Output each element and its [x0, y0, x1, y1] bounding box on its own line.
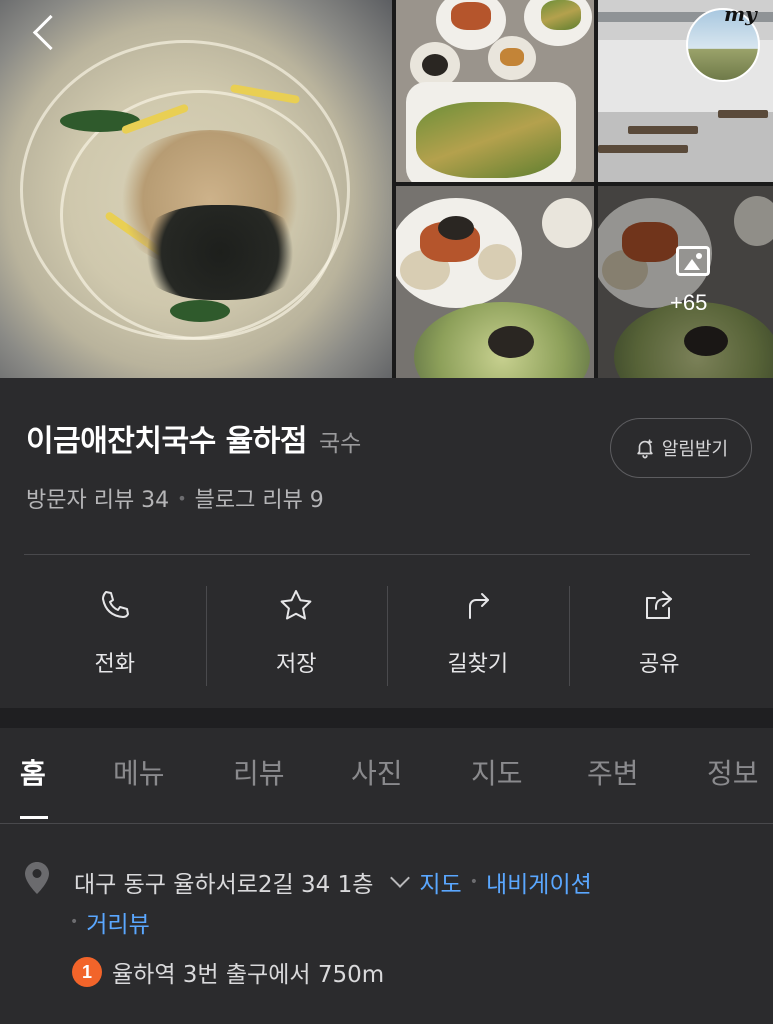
- seaweed-topping: [438, 216, 474, 240]
- location-pin-icon: [25, 862, 49, 894]
- section-divider: [0, 708, 773, 728]
- directions-icon: [468, 593, 489, 619]
- tab-menu[interactable]: 메뉴: [113, 752, 165, 792]
- share-icon: [646, 591, 673, 619]
- map-link[interactable]: 지도: [419, 865, 461, 899]
- side-dish-food: [541, 0, 581, 30]
- bell-plus-icon: [637, 439, 653, 459]
- visitor-reviews-link[interactable]: 방문자 리뷰 34: [26, 482, 169, 514]
- navigation-link[interactable]: 내비게이션: [486, 865, 592, 899]
- directions-button[interactable]: 길찾기: [387, 584, 569, 688]
- share-button[interactable]: 공유: [568, 584, 751, 688]
- back-button[interactable]: [24, 10, 68, 54]
- sauce: [500, 48, 524, 66]
- alarm-button-label: 알림받기: [661, 439, 729, 460]
- streetview-link[interactable]: 거리뷰: [86, 905, 149, 939]
- tab-photos[interactable]: 사진: [351, 752, 403, 792]
- place-info: 이금애잔치국수 율하점 국수 알림받기 방문자 리뷰 34 • 블로그 리뷰 9…: [0, 378, 773, 708]
- place-category: 국수: [318, 431, 362, 457]
- more-photos-count: +65: [670, 290, 708, 315]
- directions-label: 길찾기: [447, 652, 509, 677]
- call-button[interactable]: 전화: [24, 584, 206, 688]
- tab-map[interactable]: 지도: [471, 752, 523, 792]
- subway-directions: 율하역 3번 출구에서 750m: [112, 962, 385, 988]
- green-onion-pancake: [416, 102, 561, 178]
- sauce: [422, 54, 448, 76]
- action-bar: 전화 저장 길찾기 공유: [24, 584, 750, 688]
- title-row: 이금애잔치국수 율하점 국수: [26, 416, 361, 460]
- blog-reviews-link[interactable]: 블로그 리뷰 9: [195, 482, 324, 514]
- share-label: 공유: [639, 652, 680, 677]
- interior-table: [718, 110, 768, 118]
- address-text: 대구 동구 율하서로2길 34 1층: [74, 872, 374, 898]
- separator-dot: •: [70, 914, 79, 930]
- photo-gallery: +65 my: [0, 0, 773, 378]
- call-label: 전화: [94, 652, 135, 677]
- address-section: 대구 동구 율하서로2길 34 1층 지도 • 내비게이션 • 거리뷰 1 율하…: [0, 825, 773, 1024]
- review-summary: 방문자 리뷰 34 • 블로그 리뷰 9: [26, 482, 324, 514]
- phone-icon: [101, 591, 129, 618]
- tab-info[interactable]: 정보: [707, 752, 759, 792]
- dumpling: [478, 244, 516, 280]
- address-line: 대구 동구 율하서로2길 34 1층 지도 • 내비게이션: [74, 865, 592, 899]
- star-icon: [280, 590, 312, 620]
- active-tab-indicator: [20, 816, 48, 819]
- save-button[interactable]: 저장: [205, 584, 388, 688]
- alarm-button[interactable]: 알림받기: [610, 418, 752, 478]
- separator-dot: •: [469, 874, 478, 890]
- photo-dumplings[interactable]: [396, 186, 594, 378]
- seaweed-topping: [488, 326, 534, 358]
- chevron-down-icon[interactable]: [390, 868, 411, 888]
- place-name: 이금애잔치국수 율하점: [26, 424, 307, 459]
- image-icon: [676, 246, 710, 276]
- soup-bowl: [542, 198, 592, 248]
- tab-home[interactable]: 홈: [20, 752, 46, 792]
- separator-dot: •: [177, 488, 187, 508]
- divider: [24, 554, 750, 555]
- seaweed-topping: [135, 205, 305, 300]
- subway-line-badge: 1: [72, 957, 102, 987]
- more-photos-button[interactable]: +65: [598, 186, 773, 378]
- my-label[interactable]: my: [724, 2, 757, 26]
- tab-bar: 홈 메뉴 리뷰 사진 지도 주변 정보: [0, 728, 773, 824]
- side-dish-food: [451, 2, 491, 30]
- garnish-greens: [170, 300, 230, 322]
- address-line-2: • 거리뷰: [70, 905, 150, 939]
- tab-reviews[interactable]: 리뷰: [233, 752, 285, 792]
- subway-info: 1 율하역 3번 출구에서 750m: [72, 955, 384, 989]
- tab-nearby[interactable]: 주변: [587, 752, 639, 792]
- save-label: 저장: [276, 652, 317, 677]
- interior-table: [628, 126, 698, 134]
- photo-side-dishes[interactable]: [396, 0, 594, 182]
- interior-table: [598, 145, 688, 153]
- photo-main[interactable]: [0, 0, 392, 378]
